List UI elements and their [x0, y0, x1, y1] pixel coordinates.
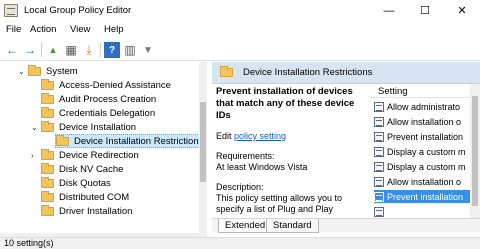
folder-icon — [56, 134, 69, 146]
description-label: Description: — [216, 182, 264, 192]
menu-view[interactable]: View — [70, 24, 90, 35]
policy-setting-icon — [374, 161, 384, 172]
policy-setting-icon — [374, 116, 384, 127]
toolbar-separator — [41, 43, 42, 57]
minimize-button[interactable]: — — [372, 0, 406, 22]
requirements-value: At least Windows Vista — [216, 162, 308, 172]
setting-row[interactable] — [374, 205, 470, 218]
policy-editor-icon — [4, 4, 18, 17]
setting-row[interactable]: Allow installation o — [374, 175, 470, 188]
window-title: Local Group Policy Editor — [24, 5, 132, 16]
tree-item-disk-quotas[interactable]: Disk Quotas — [41, 176, 111, 190]
policy-setting-icon — [374, 206, 384, 217]
settings-scrollbar[interactable] — [470, 84, 480, 232]
folder-icon — [41, 78, 54, 90]
folder-icon — [41, 148, 54, 160]
tree-scrollbar[interactable] — [199, 62, 207, 233]
settings-list: Setting Allow administrato Allow install… — [370, 84, 480, 232]
tree-item-device-installation[interactable]: ⌄ Device Installation — [31, 120, 136, 134]
properties-icon[interactable]: ▦ — [63, 42, 79, 58]
scrollbar-thumb[interactable] — [200, 102, 206, 182]
expand-chevron-icon[interactable]: › — [31, 151, 41, 160]
folder-icon — [41, 204, 54, 216]
maximize-button[interactable]: ☐ — [408, 0, 442, 22]
setting-row-selected[interactable]: Prevent installation — [374, 190, 470, 203]
requirements-label: Requirements: — [216, 151, 275, 161]
folder-icon — [41, 162, 54, 174]
up-folder-icon[interactable]: ▲ — [45, 42, 61, 58]
policy-title: Prevent installation of devices that mat… — [216, 86, 355, 121]
description-section: Description: This policy setting allows … — [216, 182, 366, 215]
policy-setting-icon — [374, 191, 384, 202]
settings-count: 10 setting(s) — [4, 238, 54, 248]
toolbar: ← → ▲ ▦ ⤓ ? ▥ ▼ — [0, 39, 480, 61]
folder-icon — [41, 120, 54, 132]
tree-item-credentials-delegation[interactable]: Credentials Delegation — [41, 106, 155, 120]
tree-item-device-redirection[interactable]: › Device Redirection — [31, 148, 139, 162]
title-bar: Local Group Policy Editor — ☐ ✕ — [0, 0, 480, 22]
setting-row[interactable]: Display a custom m — [374, 145, 470, 158]
description-text: This policy setting allows you to specif… — [216, 193, 343, 214]
setting-row[interactable]: Prevent installation — [374, 130, 470, 143]
folder-icon — [28, 64, 41, 76]
policy-setting-icon — [374, 101, 384, 112]
export-list-icon[interactable]: ⤓ — [81, 42, 97, 58]
scrollbar-thumb[interactable] — [472, 96, 478, 206]
menu-help[interactable]: Help — [104, 24, 124, 35]
tree-item-disk-nv-cache[interactable]: Disk NV Cache — [41, 162, 123, 176]
tab-extended[interactable]: Extended — [218, 219, 273, 233]
section-title: Device Installation Restrictions — [243, 67, 373, 78]
tree-item-system[interactable]: ⌄ System — [18, 64, 78, 78]
close-button[interactable]: ✕ — [444, 0, 480, 22]
status-bar: 10 setting(s) — [0, 237, 480, 249]
folder-icon — [41, 190, 54, 202]
section-header: Device Installation Restrictions — [212, 62, 480, 84]
collapse-chevron-icon[interactable]: ⌄ — [31, 123, 41, 132]
edit-line: Edit policy setting — [216, 131, 287, 141]
setting-column-header[interactable]: Setting — [370, 84, 480, 98]
tree-item-audit-process-creation[interactable]: Audit Process Creation — [41, 92, 156, 106]
tree-item-distributed-com[interactable]: Distributed COM — [41, 190, 129, 204]
setting-row[interactable]: Allow installation o — [374, 115, 470, 128]
tree-item-device-installation-restrictions[interactable]: Device Installation Restrictions — [55, 134, 206, 148]
navigation-tree: ⌄ System Access-Denied Assistance Audit … — [0, 62, 207, 233]
folder-icon — [41, 176, 54, 188]
requirements-section: Requirements: At least Windows Vista — [216, 151, 366, 173]
toolbar-separator — [100, 43, 101, 57]
view-tabs: Extended Standard — [212, 218, 480, 233]
folder-icon — [220, 66, 233, 77]
policy-setting-icon — [374, 176, 384, 187]
menu-action[interactable]: Action — [30, 24, 56, 35]
menu-file[interactable]: File — [6, 24, 21, 35]
menu-bar: File Action View Help — [0, 22, 480, 39]
forward-arrow-icon[interactable]: → — [22, 42, 38, 58]
help-icon[interactable]: ? — [104, 42, 120, 58]
folder-icon — [41, 92, 54, 104]
folder-icon — [41, 106, 54, 118]
collapse-chevron-icon[interactable]: ⌄ — [18, 67, 28, 76]
policy-setting-icon — [374, 146, 384, 157]
setting-row[interactable]: Allow administrato — [374, 100, 470, 113]
back-arrow-icon[interactable]: ← — [4, 42, 20, 58]
policy-setting-icon — [374, 131, 384, 142]
tree-item-access-denied-assistance[interactable]: Access-Denied Assistance — [41, 78, 171, 92]
policy-description: Prevent installation of devices that mat… — [216, 86, 366, 231]
filter-icon[interactable]: ▼ — [140, 42, 156, 58]
tree-item-driver-installation[interactable]: Driver Installation — [41, 204, 132, 218]
show-hide-icon[interactable]: ▥ — [122, 42, 138, 58]
policy-setting-link[interactable]: policy setting — [234, 131, 286, 141]
setting-row[interactable]: Display a custom m — [374, 160, 470, 173]
tab-standard[interactable]: Standard — [266, 219, 319, 233]
